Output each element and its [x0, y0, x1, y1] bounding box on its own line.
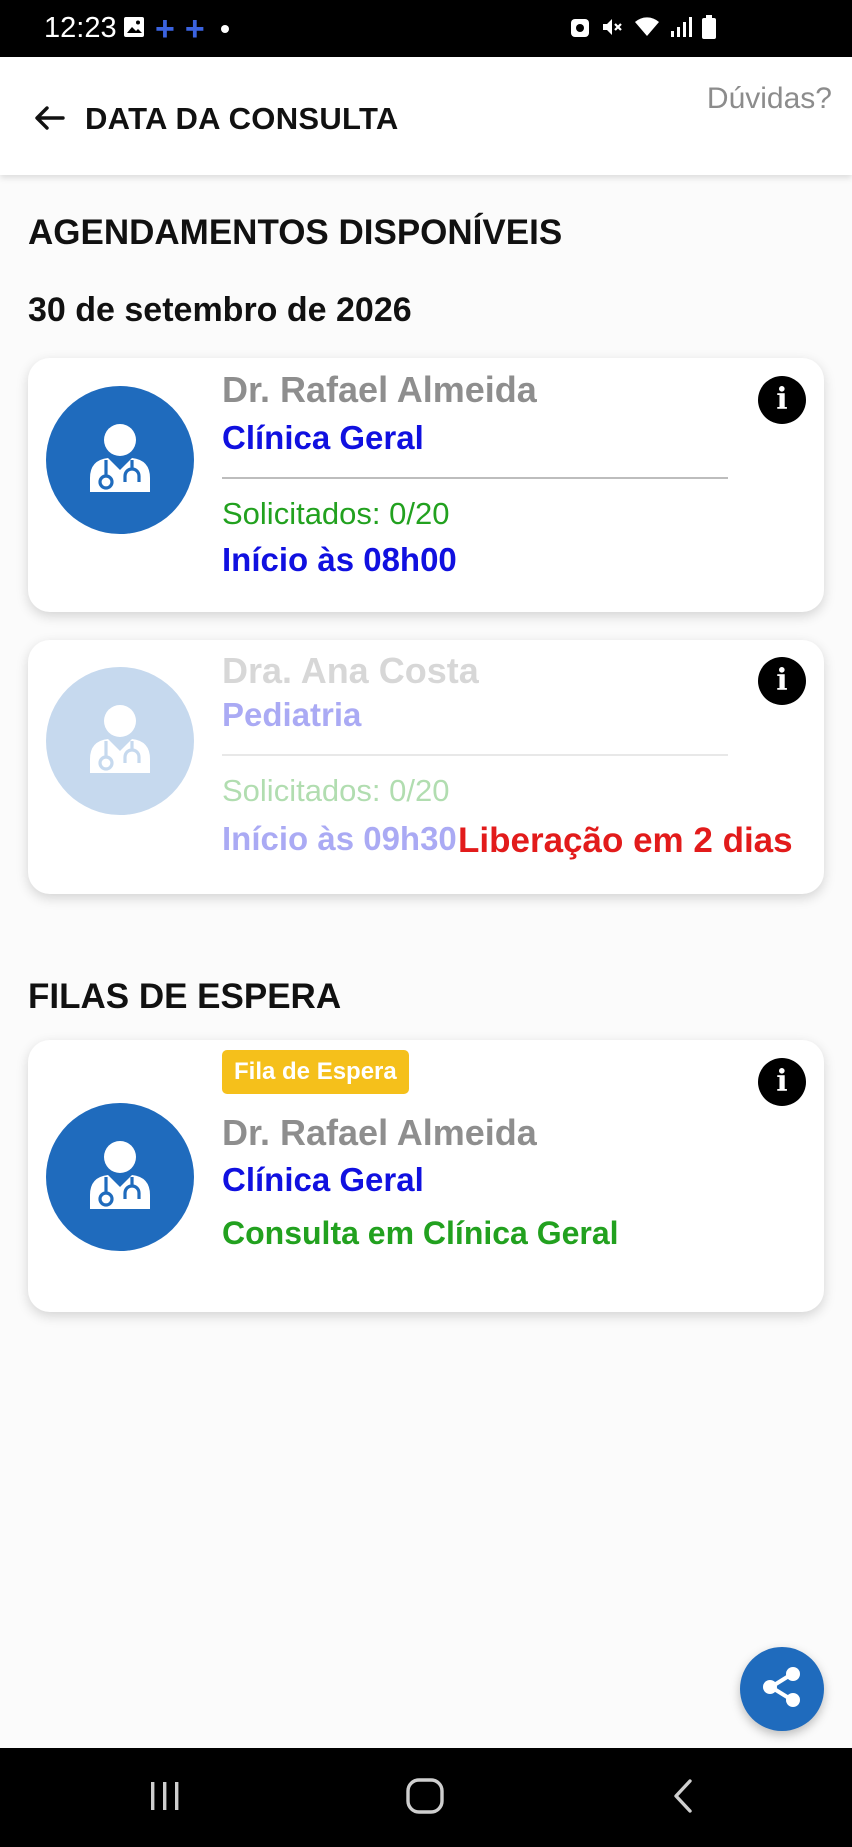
- doctor-avatar: [46, 386, 194, 534]
- waitlist-badge: Fila de Espera: [222, 1050, 409, 1094]
- info-button[interactable]: i: [758, 1058, 806, 1106]
- doctor-icon: [87, 422, 153, 499]
- share-button[interactable]: [740, 1647, 824, 1731]
- doctor-name: Dra. Ana Costa: [222, 650, 479, 691]
- divider: [222, 477, 728, 479]
- start-time: Início às 08h00: [222, 541, 457, 578]
- doctor-avatar: [46, 1103, 194, 1251]
- home-icon: [406, 1777, 444, 1819]
- recent-apps-icon: [148, 1781, 182, 1816]
- status-bar: 12:23 + +: [0, 0, 852, 57]
- requested-count: Solicitados: 0/20: [222, 773, 450, 808]
- doctor-name: Dr. Rafael Almeida: [222, 369, 537, 410]
- info-icon: i: [776, 663, 788, 698]
- plus-icon: +: [155, 10, 175, 48]
- plus-icon: +: [184, 10, 205, 48]
- battery-icon: [702, 14, 716, 44]
- specialty: Pediatria: [222, 696, 362, 733]
- navigation-bar: [0, 1748, 852, 1847]
- specialty: Clínica Geral: [222, 419, 424, 456]
- page-title: DATA DA CONSULTA: [85, 101, 399, 136]
- doctor-icon: [87, 703, 153, 780]
- recent-apps-button[interactable]: [125, 1768, 205, 1828]
- release-notice: Liberação em 2 dias: [458, 821, 793, 860]
- doctor-avatar: [46, 667, 194, 815]
- doctor-name: Dr. Rafael Almeida: [222, 1112, 537, 1153]
- start-time: Início às 09h30: [222, 820, 457, 857]
- date-heading: 30 de setembro de 2026: [28, 291, 412, 329]
- back-nav-button[interactable]: [643, 1768, 723, 1828]
- status-time: 12:23: [44, 12, 117, 44]
- back-icon: [671, 1778, 695, 1819]
- home-button[interactable]: [385, 1768, 465, 1828]
- share-icon: [760, 1665, 804, 1714]
- info-icon: i: [776, 382, 788, 417]
- alarm-icon: [570, 16, 590, 43]
- wifi-icon: [634, 16, 660, 43]
- status-left-icons: + +: [123, 10, 229, 48]
- dot-icon: [220, 25, 229, 33]
- app-bar: DATA DA CONSULTA Dúvidas?: [0, 57, 852, 175]
- info-button[interactable]: i: [758, 376, 806, 424]
- waitlist-card[interactable]: Fila de Espera Dr. Rafael Almeida Clínic…: [28, 1040, 824, 1312]
- appointment-card[interactable]: Dra. Ana Costa Pediatria Solicitados: 0/…: [28, 640, 824, 894]
- doctor-icon: [87, 1139, 153, 1216]
- specialty: Clínica Geral: [222, 1161, 424, 1198]
- divider: [222, 754, 728, 756]
- signal-icon: [670, 16, 692, 43]
- mute-icon: [600, 15, 624, 44]
- info-icon: i: [776, 1064, 788, 1099]
- requested-count: Solicitados: 0/20: [222, 496, 450, 531]
- available-heading: AGENDAMENTOS DISPONÍVEIS: [28, 213, 563, 252]
- appointment-card[interactable]: Dr. Rafael Almeida Clínica Geral Solicit…: [28, 358, 824, 612]
- status-right-icons: [570, 14, 716, 44]
- back-button[interactable]: [26, 97, 72, 143]
- help-link[interactable]: Dúvidas?: [707, 82, 832, 116]
- gallery-icon: [123, 16, 145, 43]
- waitlist-heading: FILAS DE ESPERA: [28, 977, 342, 1016]
- consultation-description: Consulta em Clínica Geral: [222, 1215, 619, 1251]
- info-button[interactable]: i: [758, 657, 806, 705]
- arrow-left-icon: [32, 101, 66, 140]
